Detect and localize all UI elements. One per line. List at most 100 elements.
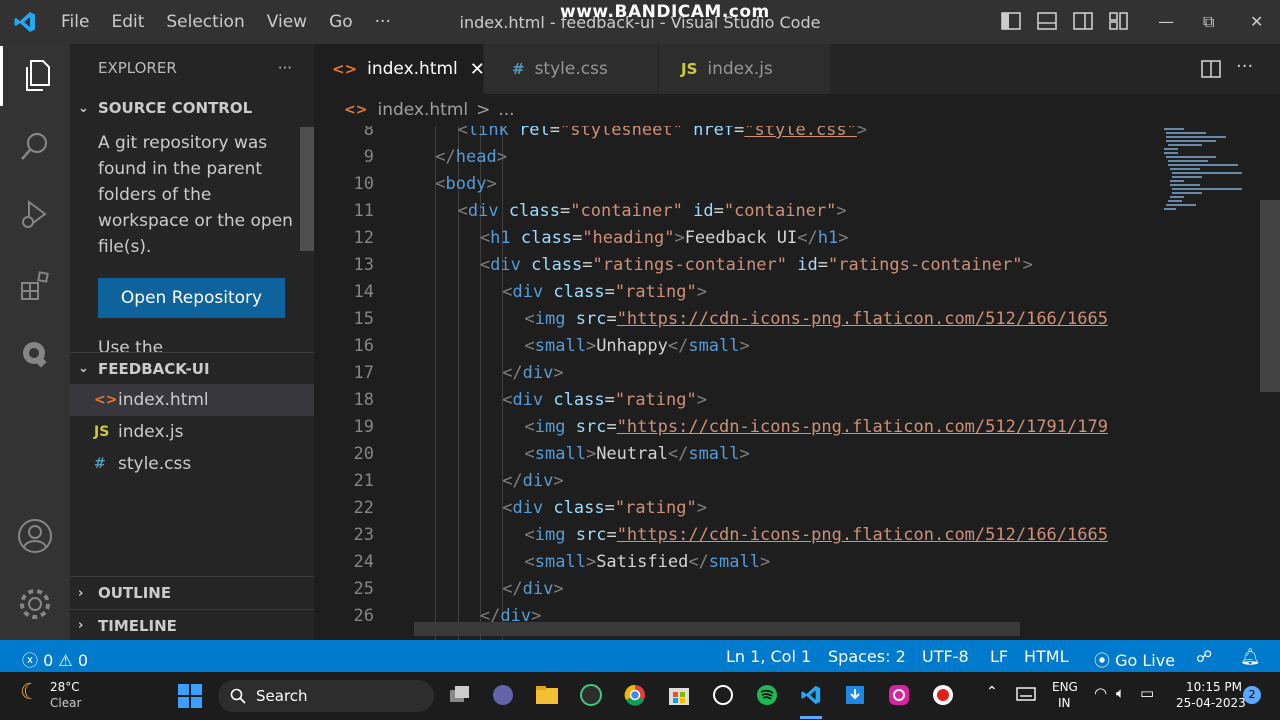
tab-index-html[interactable]: <> index.html ✕: [314, 44, 485, 94]
notifications-bell-icon[interactable]: 🔔︎: [1240, 647, 1260, 666]
code-line[interactable]: 9 </head>: [314, 144, 1160, 171]
notification-badge[interactable]: 2: [1243, 686, 1261, 704]
file-item-style-css[interactable]: # style.css: [70, 448, 314, 480]
outline-section-header[interactable]: › OUTLINE: [70, 577, 314, 609]
extensions-icon[interactable]: [0, 256, 70, 316]
code-token: small: [534, 444, 586, 464]
menu-edit[interactable]: Edit: [100, 12, 155, 32]
camtasia-icon[interactable]: [580, 684, 602, 710]
tab-style-css[interactable]: # style.css: [484, 44, 659, 94]
file-item-index-js[interactable]: JS index.js: [70, 416, 314, 448]
go-live-button[interactable]: ⦿ Go Live: [1094, 647, 1175, 671]
explorer-icon[interactable]: [0, 46, 70, 106]
show-hidden-icons-icon[interactable]: ⌃: [986, 684, 998, 700]
cursor-position[interactable]: Ln 1, Col 1: [726, 647, 811, 666]
weather-temp[interactable]: 28°C: [50, 680, 80, 694]
sidebar-scrollbar[interactable]: [300, 127, 314, 251]
feedback-icon[interactable]: ☍: [1196, 647, 1212, 666]
volume-icon[interactable]: 🔈︎: [1116, 684, 1125, 702]
code-line[interactable]: 11 <div class="container" id="container">: [314, 198, 1160, 225]
wifi-icon[interactable]: ◠: [1094, 684, 1107, 702]
code-line[interactable]: 23 <img src="https://cdn-icons-png.flatic…: [314, 522, 1160, 549]
close-window-button[interactable]: ✕: [1250, 12, 1263, 31]
language-mode[interactable]: HTML: [1024, 647, 1069, 666]
task-view-icon[interactable]: [448, 684, 470, 710]
toggle-sidebar-icon[interactable]: [1000, 10, 1022, 32]
editor-more-actions-icon[interactable]: ···: [1236, 56, 1253, 77]
instagram-icon[interactable]: [888, 684, 910, 710]
tab-index-js[interactable]: JS index.js: [659, 44, 831, 94]
editor-horizontal-scrollbar[interactable]: [414, 622, 1020, 636]
explorer-more-button[interactable]: ···: [278, 59, 292, 77]
source-control-section-header[interactable]: ⌄ SOURCE CONTROL: [70, 92, 314, 124]
menu-file[interactable]: File: [50, 12, 100, 32]
code-text: <img src="https://cdn-icons-png.flaticon…: [525, 306, 1108, 333]
battery-icon[interactable]: ▭: [1140, 684, 1154, 702]
code-line[interactable]: 19 <img src="https://cdn-icons-png.flatic…: [314, 414, 1160, 441]
code-line[interactable]: 25 </div>: [314, 576, 1160, 603]
code-line[interactable]: 10 <body>: [314, 171, 1160, 198]
search-icon[interactable]: [0, 116, 70, 176]
indentation[interactable]: Spaces: 2: [828, 647, 906, 666]
keyboard-icon[interactable]: [1016, 686, 1036, 705]
minimize-button[interactable]: —: [1158, 12, 1174, 31]
teams-chat-icon[interactable]: [492, 684, 514, 710]
taskbar-search[interactable]: Search: [218, 680, 434, 712]
encoding[interactable]: UTF-8: [922, 647, 969, 666]
clock-date[interactable]: 25-04-2023: [1176, 696, 1246, 710]
weather-moon-icon[interactable]: ☾: [20, 680, 40, 705]
menu-more[interactable]: ···: [364, 12, 402, 32]
input-language[interactable]: ENG: [1052, 680, 1078, 694]
breadcrumb-file[interactable]: index.html: [377, 100, 468, 120]
bandicam-record-icon[interactable]: [932, 684, 954, 710]
toggle-secondary-sidebar-icon[interactable]: [1072, 10, 1094, 32]
open-repository-button[interactable]: Open Repository: [98, 278, 285, 318]
chrome-icon[interactable]: [624, 684, 646, 710]
code-line[interactable]: 16 <small>Unhappy</small>: [314, 333, 1160, 360]
accounts-icon[interactable]: [0, 506, 70, 566]
code-line[interactable]: 17 </div>: [314, 360, 1160, 387]
code-line[interactable]: 21 </div>: [314, 468, 1160, 495]
weather-desc[interactable]: Clear: [50, 696, 81, 710]
code-line[interactable]: 13 <div class="ratings-container" id="rat…: [314, 252, 1160, 279]
line-number: 17: [353, 363, 374, 383]
quokka-extension-icon[interactable]: [0, 324, 70, 384]
vscode-taskbar-icon[interactable]: [800, 684, 822, 710]
spotify-icon[interactable]: [756, 684, 778, 710]
manage-gear-icon[interactable]: [0, 574, 70, 634]
code-editor[interactable]: 8 <link rel="stylesheet" href="style.css"…: [314, 126, 1160, 640]
code-line[interactable]: 18 <div class="rating">: [314, 387, 1160, 414]
menu-selection[interactable]: Selection: [155, 12, 255, 32]
code-line[interactable]: 14 <div class="rating">: [314, 279, 1160, 306]
code-line[interactable]: 22 <div class="rating">: [314, 495, 1160, 522]
run-debug-icon[interactable]: [0, 184, 70, 244]
microsoft-store-icon[interactable]: [668, 684, 690, 710]
problems-indicator[interactable]: ⓧ 0 ⚠ 0: [22, 647, 88, 671]
breadcrumb-more[interactable]: ...: [498, 100, 514, 120]
windows-start-icon[interactable]: [178, 684, 202, 712]
toggle-panel-icon[interactable]: [1036, 10, 1058, 32]
close-tab-icon[interactable]: ✕: [470, 59, 485, 80]
code-line[interactable]: 20 <small>Neutral</small>: [314, 441, 1160, 468]
menu-go[interactable]: Go: [318, 12, 364, 32]
code-token: =: [817, 255, 828, 275]
code-line[interactable]: 24 <small>Satisfied</small>: [314, 549, 1160, 576]
file-item-index-html[interactable]: <> index.html: [70, 384, 314, 416]
code-line[interactable]: 8 <link rel="stylesheet" href="style.css"…: [314, 126, 1160, 144]
menu-view[interactable]: View: [256, 12, 318, 32]
timeline-section-header[interactable]: › TIMELINE: [70, 609, 314, 640]
code-line[interactable]: 12 <h1 class="heading">Feedback UI</h1>: [314, 225, 1160, 252]
editor-vertical-scrollbar[interactable]: [1260, 200, 1280, 392]
download-app-icon[interactable]: [844, 684, 866, 710]
split-editor-icon[interactable]: [1200, 58, 1222, 84]
clock-time[interactable]: 10:15 PM: [1186, 680, 1242, 694]
input-region[interactable]: IN: [1058, 696, 1071, 710]
openai-icon[interactable]: [712, 684, 734, 710]
minimap[interactable]: [1160, 126, 1260, 640]
customize-layout-icon[interactable]: [1108, 10, 1130, 32]
feedback-ui-folder-header[interactable]: ⌄ FEEDBACK-UI: [70, 352, 314, 384]
end-of-line[interactable]: LF: [990, 647, 1008, 666]
file-explorer-icon[interactable]: [535, 684, 559, 710]
code-line[interactable]: 15 <img src="https://cdn-icons-png.flatic…: [314, 306, 1160, 333]
restore-button[interactable]: ⧉: [1203, 12, 1214, 32]
